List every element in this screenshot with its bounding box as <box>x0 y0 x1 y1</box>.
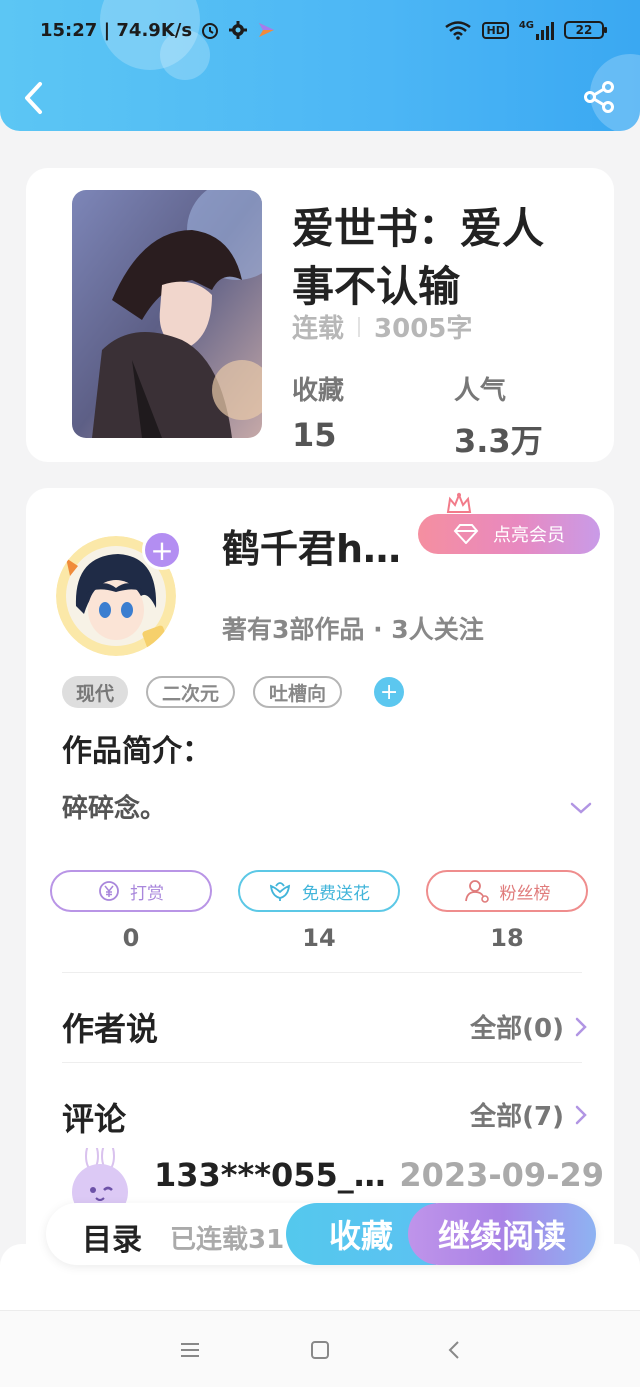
divider <box>62 972 582 973</box>
chevron-right-icon <box>575 1105 587 1124</box>
intro-title: 作品简介： <box>62 734 212 769</box>
send-flower-button[interactable]: 免费送花 <box>238 870 400 912</box>
person-icon <box>464 880 489 903</box>
comment-date: 2023-09-29 <box>399 1156 604 1194</box>
author-details-card: + 鹤千君h… 点亮会员 著有3部作品 · 3人关注 现代 二次元 吐槽向 + … <box>26 488 614 1268</box>
flower-icon <box>269 882 291 901</box>
bottom-action-bar: 目录 已连载31 收藏 继续阅读 <box>46 1203 596 1265</box>
menu-icon <box>181 1343 199 1357</box>
play-arrow-icon <box>256 20 276 40</box>
comments-all-label: 全部(7) <box>470 1102 564 1132</box>
signal-icon: 4G <box>519 20 554 40</box>
divider <box>62 1062 582 1063</box>
share-icon <box>584 81 614 113</box>
author-says-all-link[interactable]: 全部(0) <box>470 1008 588 1045</box>
author-says-title: 作者说 <box>62 1010 159 1048</box>
word-count: 3005字 <box>374 314 473 344</box>
fan-ranking-label: 粉丝榜 <box>499 883 551 904</box>
fan-count: 18 <box>490 924 524 952</box>
author-avatar-wrap[interactable]: + <box>56 530 184 664</box>
flower-count: 14 <box>302 924 336 952</box>
send-flower-label: 免费送花 <box>302 883 370 904</box>
popularity-value: 3.3万 <box>454 422 543 460</box>
system-nav-bar <box>0 1310 640 1387</box>
crown-icon <box>446 492 472 513</box>
status-bar: 15:27 | 74.9K/s HD 4G 22 <box>40 16 607 44</box>
book-cover-image[interactable] <box>72 190 262 438</box>
square-icon <box>311 1341 329 1359</box>
back-triangle-icon <box>448 1341 459 1359</box>
book-title: 爱世书：爱人事不认输 <box>292 204 545 311</box>
author-name[interactable]: 鹤千君h… <box>222 518 401 573</box>
chevron-right-icon <box>575 1017 587 1036</box>
network-type: 4G <box>518 20 534 31</box>
chevron-left-icon <box>25 82 42 114</box>
catalog-button[interactable]: 目录 <box>82 1215 142 1259</box>
back-button[interactable] <box>22 80 50 116</box>
book-info-card: 爱世书：爱人事不认输 连载 3005字 收藏 人气 15 3.3万 <box>26 168 614 462</box>
vip-badge-button[interactable]: 点亮会员 <box>418 514 600 554</box>
header-bar: 15:27 | 74.9K/s HD 4G 22 <box>0 0 640 131</box>
recents-button[interactable] <box>176 1337 204 1363</box>
reward-button[interactable]: 打赏 <box>50 870 212 912</box>
follow-plus-button[interactable]: + <box>142 530 182 570</box>
battery-icon: 22 <box>564 21 607 39</box>
favorites-label: 收藏 <box>292 376 345 406</box>
commenter-name[interactable]: 133***055_… <box>154 1156 386 1194</box>
serial-status: 连载 <box>292 314 345 344</box>
author-says-all-label: 全部(0) <box>470 1014 564 1044</box>
tag-list: 现代 二次元 吐槽向 + <box>62 676 405 708</box>
author-meta: 著有3部作品 · 3人关注 <box>222 615 484 644</box>
serial-info: 已连载31 <box>170 1225 285 1255</box>
diamond-icon <box>453 524 479 544</box>
comments-all-link[interactable]: 全部(7) <box>470 1096 588 1133</box>
add-tag-button[interactable]: + <box>374 677 405 707</box>
book-meta: 连载 3005字 <box>292 308 472 345</box>
battery-level: 22 <box>575 23 593 37</box>
continue-reading-button[interactable]: 继续阅读 <box>408 1203 596 1265</box>
reward-count: 0 <box>122 924 140 952</box>
vip-label: 点亮会员 <box>493 525 565 546</box>
tag-item[interactable]: 现代 <box>62 676 129 708</box>
reward-label: 打赏 <box>130 883 164 904</box>
chevron-down-icon[interactable] <box>570 800 592 816</box>
meta-divider <box>358 316 361 337</box>
gear-icon <box>228 20 248 40</box>
share-button[interactable] <box>582 80 616 114</box>
alarm-icon <box>200 20 220 40</box>
favorites-value: 15 <box>292 416 337 454</box>
yen-coin-icon <box>99 881 119 901</box>
fan-ranking-button[interactable]: 粉丝榜 <box>426 870 588 912</box>
home-button[interactable] <box>306 1337 334 1363</box>
status-time-speed: 15:27 | 74.9K/s <box>40 19 193 41</box>
popularity-label: 人气 <box>454 376 507 406</box>
comments-title: 评论 <box>62 1100 127 1138</box>
tag-item[interactable]: 二次元 <box>146 676 236 708</box>
system-back-button[interactable] <box>440 1337 468 1363</box>
wifi-icon <box>444 20 472 40</box>
intro-text: 碎碎念。 <box>62 794 167 824</box>
tag-item[interactable]: 吐槽向 <box>253 676 343 708</box>
hd-badge: HD <box>482 21 509 39</box>
